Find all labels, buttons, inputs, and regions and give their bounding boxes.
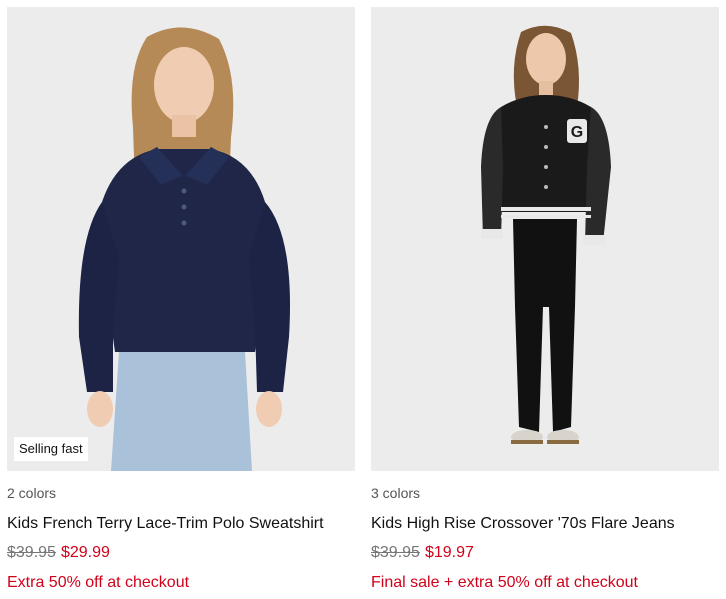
price-row: $39.95 $29.99 xyxy=(7,543,355,563)
color-count[interactable]: 2 colors xyxy=(7,485,355,501)
svg-text:G: G xyxy=(571,124,583,141)
promo-text: Final sale + extra 50% off at checkout xyxy=(371,574,638,591)
original-price: $39.95 xyxy=(7,544,56,561)
product-title[interactable]: Kids French Terry Lace-Trim Polo Sweatsh… xyxy=(7,514,355,534)
product-title[interactable]: Kids High Rise Crossover '70s Flare Jean… xyxy=(371,514,719,534)
price-row: $39.95 $19.97 xyxy=(371,543,719,563)
product-photo-illustration xyxy=(7,7,355,471)
sale-price: $29.99 xyxy=(60,544,110,561)
color-count[interactable]: 3 colors xyxy=(371,485,719,501)
product-card-polo-sweatshirt[interactable]: Selling fast 2 colors Kids French Terry … xyxy=(7,7,355,593)
sale-price: $19.97 xyxy=(424,544,474,561)
product-photo-illustration: G xyxy=(371,7,719,471)
selling-fast-badge: Selling fast xyxy=(14,437,88,461)
original-price: $39.95 xyxy=(371,544,420,561)
product-image-polo-sweatshirt[interactable]: Selling fast xyxy=(7,7,355,471)
promo-text: Extra 50% off at checkout xyxy=(7,574,190,591)
product-card-flare-jeans[interactable]: G 3 colors Kids High Rise Crossover '70s… xyxy=(371,7,719,593)
product-image-flare-jeans[interactable]: G xyxy=(371,7,719,471)
